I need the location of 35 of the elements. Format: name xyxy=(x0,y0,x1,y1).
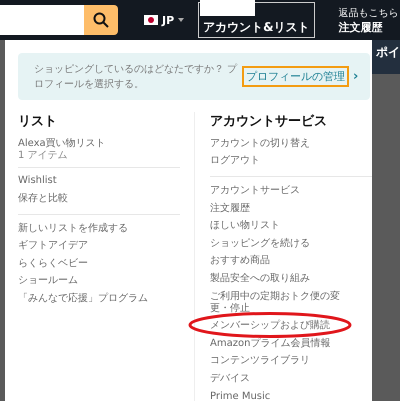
menu-link[interactable]: コンテンツライブラリ xyxy=(210,352,350,370)
menu-link[interactable]: Amazonプライム会員情報 xyxy=(210,334,350,353)
search-icon xyxy=(93,12,109,28)
menu-link[interactable]: ショッピングを続ける xyxy=(210,234,350,253)
banner-text: ショッピングしているのはどなたですか？ プロフィールを選択する。 xyxy=(34,62,238,92)
menu-link[interactable]: 新しいリストを作成する xyxy=(18,220,158,238)
country-selector[interactable]: JP xyxy=(144,14,184,26)
menu-link[interactable]: ログアウト xyxy=(210,152,350,170)
menu-link[interactable]: らくらくベビー xyxy=(18,254,158,273)
menu-link[interactable]: Wishlist xyxy=(18,172,158,190)
menu-link[interactable]: おすすめ商品 xyxy=(210,252,350,270)
menu-link[interactable]: アカウントサービス xyxy=(210,182,350,200)
menu-link[interactable]: ショールーム xyxy=(18,272,158,290)
menu-link[interactable]: ほしい物リスト xyxy=(210,217,350,235)
nav-label: ポイ xyxy=(372,40,400,74)
flag-icon xyxy=(144,15,158,25)
section-heading: アカウントサービス xyxy=(210,113,328,130)
section-heading: リスト xyxy=(18,113,58,130)
menu-link[interactable]: 製品安全への取り組み xyxy=(210,270,350,288)
menu-link[interactable]: Prime Music xyxy=(210,388,350,401)
menu-link[interactable]: アカウントの切り替え xyxy=(210,135,350,153)
menu-link[interactable]: デバイス xyxy=(210,370,350,388)
caret-icon xyxy=(178,18,184,22)
menu-link[interactable]: 保存と比較 xyxy=(18,190,158,208)
redaction-block xyxy=(200,0,255,16)
menu-link[interactable]: ギフトアイデア xyxy=(18,237,158,255)
search-field[interactable] xyxy=(0,5,84,35)
search-button[interactable] xyxy=(84,5,118,35)
manage-profiles-link[interactable]: プロフィールの管理 xyxy=(242,66,349,87)
orders-link[interactable]: 返品もこちら 注文履歴 xyxy=(338,6,399,34)
item-count: 1 アイテム xyxy=(18,150,69,161)
menu-link[interactable]: 「みんなで応援」プログラム xyxy=(18,290,158,308)
menu-link[interactable]: 注文履歴 xyxy=(210,200,350,218)
chevron: › xyxy=(353,69,358,84)
menu-link[interactable]: ご利用中の定期おトク便の変更・停止 xyxy=(210,288,350,318)
